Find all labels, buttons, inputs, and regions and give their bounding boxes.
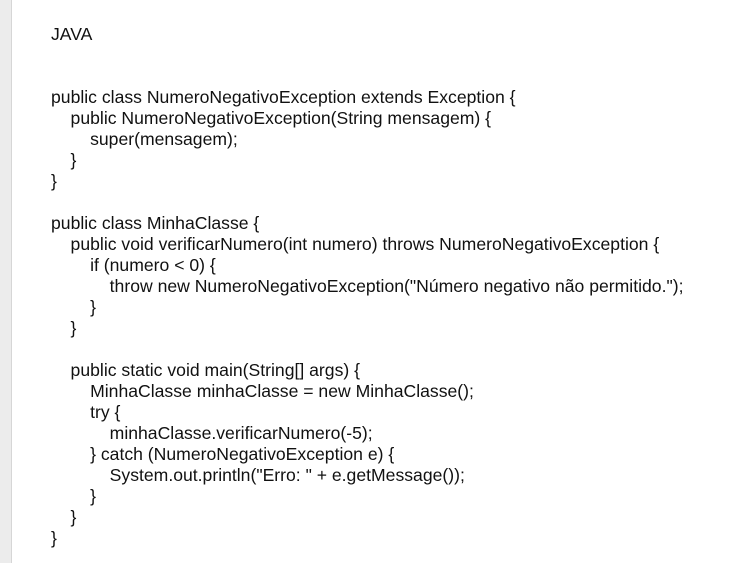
code-line: }	[51, 150, 77, 170]
code-line: try {	[51, 402, 121, 422]
code-line: }	[51, 297, 96, 317]
code-line: } catch (NumeroNegativoException e) {	[51, 444, 395, 464]
code-line: public class MinhaClasse {	[51, 213, 260, 233]
code-line: }	[51, 528, 57, 548]
code-line: System.out.println("Erro: " + e.getMessa…	[51, 465, 465, 485]
code-line: }	[51, 318, 77, 338]
code-line: public void verificarNumero(int numero) …	[51, 234, 660, 254]
document-page: JAVA public class NumeroNegativoExceptio…	[12, 0, 754, 563]
code-line: }	[51, 171, 57, 191]
code-line: public NumeroNegativoException(String me…	[51, 108, 492, 128]
code-line: public static void main(String[] args) {	[51, 360, 360, 380]
code-line: public class NumeroNegativoException ext…	[51, 87, 516, 107]
document-heading: JAVA	[51, 24, 93, 44]
code-line: super(mensagem);	[51, 129, 238, 149]
code-line: }	[51, 486, 96, 506]
code-line: if (numero < 0) {	[51, 255, 216, 275]
code-line: throw new NumeroNegativoException("Númer…	[51, 276, 684, 296]
code-line: minhaClasse.verificarNumero(-5);	[51, 423, 373, 443]
code-line: }	[51, 507, 77, 527]
code-line: MinhaClasse minhaClasse = new MinhaClass…	[51, 381, 474, 401]
